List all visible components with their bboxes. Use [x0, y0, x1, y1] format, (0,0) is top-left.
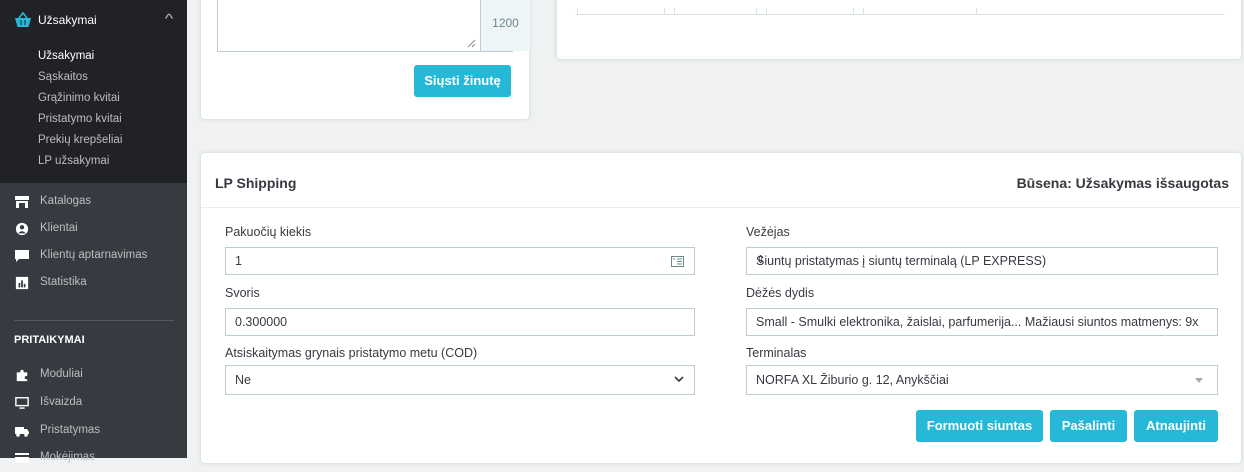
sidebar-item-customer-service[interactable]: Klientų aptarnavimas	[0, 244, 187, 270]
orders-section: Užsakymai ^ Užsakymai Sąskaitos Grąžinim…	[0, 0, 187, 183]
puzzle-icon	[16, 369, 28, 382]
sidebar-item-label: Moduliai	[40, 368, 83, 380]
packages-label: Pakuočių kiekis	[225, 225, 312, 239]
caret-down-icon	[1195, 378, 1203, 383]
message-panel: 1200 Siųsti žinutę	[200, 0, 530, 120]
sidebar-item-label: Pristatymas	[40, 424, 101, 436]
user-circle-icon	[15, 222, 29, 236]
sidebar-item-payment[interactable]: Mokėjimas	[0, 446, 187, 472]
cod-value: Ne	[235, 373, 251, 387]
tab-fragment[interactable]	[863, 8, 977, 15]
card-icon	[15, 453, 29, 463]
chevron-down-icon	[674, 376, 684, 383]
divider	[14, 320, 174, 321]
sidebar-item-label: Statistika	[40, 276, 87, 288]
submenu-orders[interactable]: Užsakymai	[38, 50, 94, 62]
character-counter: 1200	[480, 0, 530, 51]
cod-label: Atsiskaitymas grynais pristatymo metu (C…	[225, 346, 478, 360]
box-size-value: Small - Smulki elektronika, žaislai, par…	[756, 315, 1199, 329]
submenu-lp-orders[interactable]: LP užsakymai	[38, 155, 109, 167]
carrier-select[interactable]: Siuntų pristatymas į siuntų terminalą (L…	[746, 247, 1218, 275]
contact-card-icon	[671, 256, 684, 267]
submenu-invoices[interactable]: Sąskaitos	[38, 71, 88, 83]
chevron-up-icon[interactable]: ^	[165, 11, 174, 26]
basket-icon	[15, 12, 31, 27]
sidebar-item-label: Išvaizda	[40, 396, 83, 408]
sidebar-item-catalog[interactable]: Katalogas	[0, 190, 187, 216]
panel-header: LP Shipping Būsena: Užsakymas išsaugotas	[201, 153, 1241, 208]
packages-input[interactable]: 1	[225, 247, 695, 275]
sidebar-item-design[interactable]: Išvaizda	[0, 391, 187, 417]
message-textarea[interactable]: 1200	[217, 0, 530, 52]
cod-select[interactable]: Ne	[225, 365, 695, 395]
panel-title: LP Shipping	[215, 175, 297, 191]
terminal-value: NORFA XL Žiburio g. 12, Anykščiai	[756, 373, 949, 387]
lp-shipping-panel: LP Shipping Būsena: Užsakymas išsaugotas…	[200, 152, 1242, 464]
weight-input[interactable]: 0.300000	[225, 308, 695, 336]
update-button[interactable]: Atnaujinti	[1134, 410, 1218, 442]
chat-icon	[15, 250, 29, 262]
status-text: Būsena: Užsakymas išsaugotas	[1016, 175, 1229, 191]
form-shipments-button[interactable]: Formuoti siuntas	[916, 410, 1043, 442]
order-info-panel	[556, 0, 1242, 60]
send-message-button[interactable]: Siųsti žinutę	[414, 65, 511, 97]
tab-fragment[interactable]	[674, 8, 757, 15]
sidebar-item-orders[interactable]: Užsakymai ^	[0, 0, 187, 40]
counter-value: 1200	[492, 16, 519, 30]
box-size-select[interactable]: Small - Smulki elektronika, žaislai, par…	[746, 308, 1218, 336]
sidebar-item-label: Mokėjimas	[40, 451, 95, 463]
sidebar-item-label: Klientai	[40, 222, 78, 234]
resize-grip-icon[interactable]	[467, 39, 476, 48]
sidebar-item-customers[interactable]: Klientai	[0, 217, 187, 243]
weight-value: 0.300000	[235, 315, 288, 329]
truck-icon	[15, 427, 29, 437]
submenu-delivery-slips[interactable]: Pristatymo kvitai	[38, 113, 122, 125]
carrier-label: Vežėjas	[746, 225, 790, 239]
sidebar-item-label: Klientų aptarnavimas	[40, 249, 148, 261]
sidebar-item-label: Katalogas	[40, 195, 92, 207]
sidebar-item-stats[interactable]: Statistika	[0, 271, 187, 297]
box-size-label: Dėžės dydis	[746, 286, 815, 300]
submenu-credit-slips[interactable]: Grąžinimo kvitai	[38, 92, 120, 104]
sidebar: Užsakymai ^ Užsakymai Sąskaitos Grąžinim…	[0, 0, 187, 463]
monitor-icon	[15, 397, 29, 409]
terminal-label: Terminalas	[746, 346, 807, 360]
sort-arrows-icon: ⇕	[756, 254, 766, 266]
bar-chart-icon	[15, 276, 29, 290]
sidebar-item-shipping[interactable]: Pristatymas	[0, 419, 187, 445]
weight-label: Svoris	[225, 286, 260, 300]
section-title: PRITAIKYMAI	[14, 334, 85, 346]
packages-value: 1	[235, 254, 242, 268]
store-icon	[15, 196, 29, 208]
sidebar-item-modules[interactable]: Moduliai	[0, 363, 187, 389]
tab-fragment[interactable]	[577, 8, 665, 15]
delete-button[interactable]: Pašalinti	[1050, 410, 1127, 442]
terminal-select[interactable]: NORFA XL Žiburio g. 12, Anykščiai	[746, 365, 1218, 395]
submenu-carts[interactable]: Prekių krepšeliai	[38, 134, 122, 146]
sidebar-item-label: Užsakymai	[38, 13, 97, 27]
tab-fragment[interactable]	[766, 8, 854, 15]
